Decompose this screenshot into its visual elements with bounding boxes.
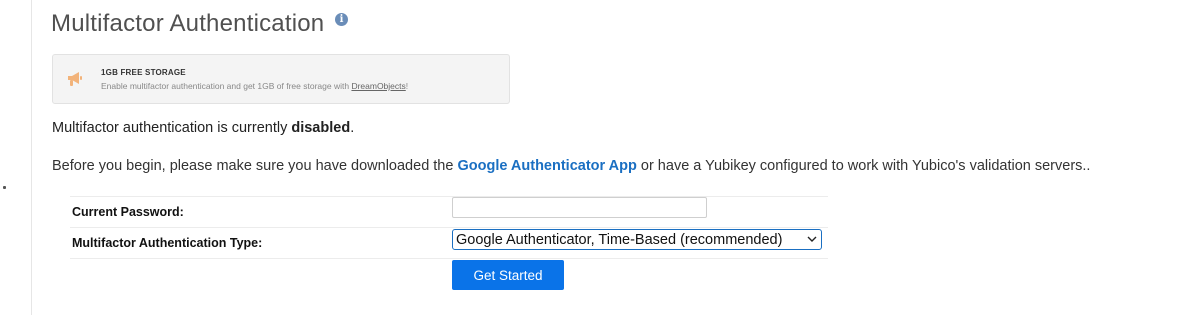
promo-banner: 1GB FREE STORAGE Enable multifactor auth…: [52, 54, 510, 104]
info-icon[interactable]: i: [335, 13, 348, 26]
status-state: disabled: [291, 120, 351, 136]
password-row: Current Password:: [70, 196, 828, 228]
google-authenticator-link[interactable]: Google Authenticator App: [457, 158, 636, 174]
chevron-down-icon: [807, 236, 817, 242]
get-started-button[interactable]: Get Started: [452, 260, 564, 290]
dreamobjects-link[interactable]: DreamObjects: [351, 81, 405, 91]
promo-title: 1GB FREE STORAGE: [101, 68, 186, 77]
promo-text-before: Enable multifactor authentication and ge…: [101, 81, 352, 91]
megaphone-icon: [68, 72, 82, 86]
mfa-type-select[interactable]: Google Authenticator, Time-Based (recomm…: [452, 229, 822, 250]
edge-marker: [3, 186, 6, 189]
page-title: Multifactor Authentication: [51, 10, 325, 37]
intro-text: Before you begin, please make sure you h…: [52, 158, 1090, 174]
mfa-status-text: Multifactor authentication is currently …: [52, 120, 354, 136]
form-divider: [70, 258, 828, 260]
intro-after: or have a Yubikey configured to work wit…: [636, 158, 1091, 174]
promo-text: Enable multifactor authentication and ge…: [101, 81, 408, 91]
left-divider: [31, 0, 32, 315]
current-password-input[interactable]: [452, 197, 707, 218]
promo-text-after: !: [405, 81, 409, 91]
mfa-type-selected: Google Authenticator, Time-Based (recomm…: [456, 232, 783, 248]
page: Multifactor Authentication i 1GB FREE ST…: [0, 0, 1200, 315]
status-suffix: .: [350, 120, 355, 136]
password-label: Current Password:: [72, 205, 184, 219]
status-prefix: Multifactor authentication is currently: [52, 120, 292, 136]
mfa-type-label: Multifactor Authentication Type:: [72, 236, 263, 250]
intro-before: Before you begin, please make sure you h…: [52, 158, 458, 174]
